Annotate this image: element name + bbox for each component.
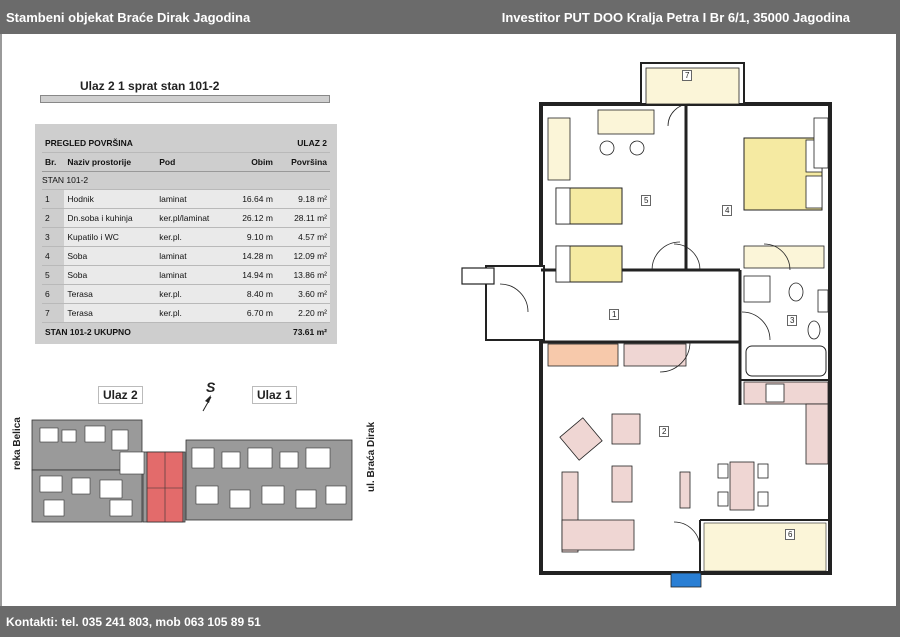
table-cell-no: 1 — [42, 189, 65, 209]
room-label: 4 — [722, 205, 733, 216]
header-bar: Stambeni objekat Braće Dirak Jagodina In… — [0, 0, 900, 34]
table-cell-area: 2.20 m² — [275, 303, 330, 323]
table-cell-no: 4 — [42, 246, 65, 266]
north-label: S — [206, 379, 216, 395]
table-cell-floor: laminat — [156, 189, 229, 209]
total-area: 73.61 m² — [292, 327, 327, 338]
room-label: 6 — [785, 529, 796, 540]
left-street-label: reka Belica — [12, 417, 23, 470]
entrance-1-label: Ulaz 1 — [252, 386, 297, 404]
table-cell-name: Dn.soba i kuhinja — [64, 208, 157, 228]
table-cell-perimeter: 14.94 m — [228, 265, 276, 285]
frame-left — [0, 34, 2, 606]
table-cell-perimeter: 16.64 m — [228, 189, 276, 209]
north-arrow-icon — [202, 395, 212, 412]
table-row: 7 Terasa ker.pl. 6.70 m 2.20 m² — [42, 303, 330, 323]
room-label: 3 — [787, 315, 798, 326]
table-cell-area: 9.18 m² — [275, 189, 330, 209]
table-row: 1 Hodnik laminat 16.64 m 9.18 m² — [42, 189, 330, 209]
table-cell-area: 3.60 m² — [275, 284, 330, 304]
table-cell-floor: ker.pl. — [156, 227, 229, 247]
table-cell-name: Soba — [64, 265, 157, 285]
table-cell-no: 3 — [42, 227, 65, 247]
room-label: 7 — [682, 70, 693, 81]
table-cell-perimeter: 6.70 m — [228, 303, 276, 323]
area-summary-panel: PREGLED POVRŠINA ULAZ 2 Br. Naziv prosto… — [35, 124, 337, 344]
col-header: Naziv prostorije — [64, 152, 157, 172]
table-title: PREGLED POVRŠINA — [42, 134, 276, 153]
table-cell-perimeter: 14.28 m — [228, 246, 276, 266]
right-street-label: ul. Braća Dirak — [366, 421, 377, 492]
table-cell-area: 28.11 m² — [275, 208, 330, 228]
unit-title-bar — [40, 95, 330, 103]
table-cell-floor: laminat — [156, 265, 229, 285]
total-label: STAN 101-2 UKUPNO — [45, 327, 131, 338]
unit-title: Ulaz 2 1 sprat stan 101-2 — [80, 79, 220, 93]
table-row: 2 Dn.soba i kuhinja ker.pl/laminat 26.12 m2… — [42, 208, 330, 228]
table-cell-name: Soba — [64, 246, 157, 266]
entrance-2-label: Ulaz 2 — [98, 386, 143, 404]
room-label: 1 — [609, 309, 620, 320]
table-cell-no: 6 — [42, 284, 65, 304]
frame-right — [896, 34, 900, 606]
footer-bar: Kontakti: tel. 035 241 803, mob 063 105 … — [0, 606, 900, 637]
table-cell-name: Hodnik — [64, 189, 157, 209]
floor-plan — [461, 62, 832, 588]
col-header: Pod — [156, 152, 229, 172]
table-row: 5 Soba laminat 14.94 m 13.86 m² — [42, 265, 330, 285]
table-cell-floor: ker.pl. — [156, 284, 229, 304]
table-cell-name: Kupatilo i WC — [64, 227, 157, 247]
table-cell-name: Terasa — [64, 303, 157, 323]
room-label: 2 — [659, 426, 670, 437]
table-cell-no: 2 — [42, 208, 65, 228]
col-header: Površina — [275, 152, 330, 172]
area-table: PREGLED POVRŠINA ULAZ 2 Br. Naziv prosto… — [42, 134, 330, 342]
table-cell-floor: laminat — [156, 246, 229, 266]
table-cell-area: 4.57 m² — [275, 227, 330, 247]
table-row: 4 Soba laminat 14.28 m 12.09 m² — [42, 246, 330, 266]
table-cell-perimeter: 9.10 m — [228, 227, 276, 247]
col-header: Obim — [228, 152, 276, 172]
table-total-row: STAN 101-2 UKUPNO 73.61 m² — [42, 322, 330, 342]
table-cell-name: Terasa — [64, 284, 157, 304]
table-cell-area: 13.86 m² — [275, 265, 330, 285]
table-cell-no: 7 — [42, 303, 65, 323]
contact-info: Kontakti: tel. 035 241 803, mob 063 105 … — [6, 615, 261, 629]
room-label: 5 — [641, 195, 652, 206]
investor-info: Investitor PUT DOO Kralja Petra I Br 6/1… — [501, 10, 850, 25]
table-entrance: ULAZ 2 — [275, 134, 330, 153]
table-cell-floor: ker.pl/laminat — [156, 208, 229, 228]
table-cell-area: 12.09 m² — [275, 246, 330, 266]
table-cell-no: 5 — [42, 265, 65, 285]
table-row: 6 Terasa ker.pl. 8.40 m 3.60 m² — [42, 284, 330, 304]
group-label: STAN 101-2 — [42, 171, 330, 190]
table-cell-floor: ker.pl. — [156, 303, 229, 323]
table-row: 3 Kupatilo i WC ker.pl. 9.10 m 4.57 m² — [42, 227, 330, 247]
col-header: Br. — [42, 152, 65, 172]
site-plan — [31, 419, 353, 525]
project-title: Stambeni objekat Braće Dirak Jagodina — [6, 10, 251, 25]
table-cell-perimeter: 26.12 m — [228, 208, 276, 228]
table-cell-perimeter: 8.40 m — [228, 284, 276, 304]
